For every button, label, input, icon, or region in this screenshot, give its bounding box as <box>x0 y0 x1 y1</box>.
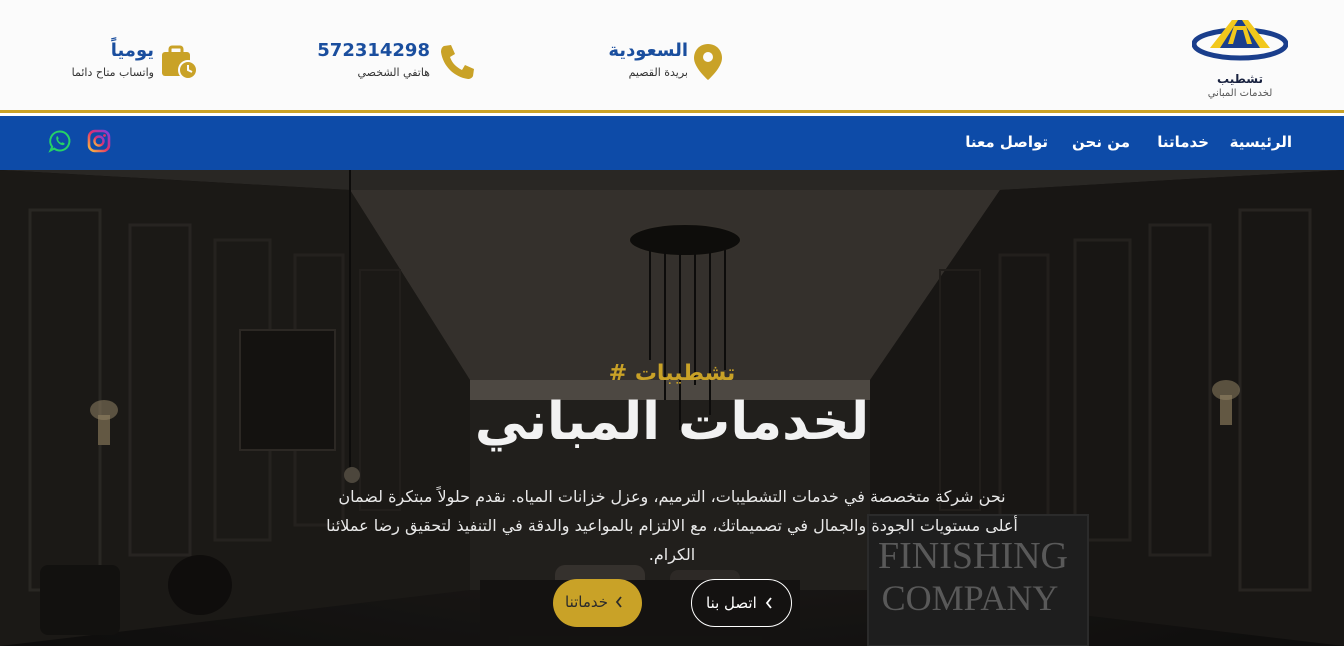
nav-services[interactable]: خدماتنا <box>1157 133 1209 151</box>
nav-about[interactable]: من نحن <box>1072 133 1130 151</box>
instagram-icon[interactable] <box>87 129 111 153</box>
whatsapp-icon[interactable] <box>48 129 72 153</box>
top-info-bar: تشطيب لخدمات المباني السعودية بريدة القص… <box>0 0 1344 113</box>
hero-tagline: # تشطيبات <box>608 361 736 386</box>
contact-us-button[interactable]: اتصل بنا <box>691 579 792 627</box>
location-subtitle: بريدة القصيم <box>628 66 688 79</box>
chevron-left-icon <box>615 596 622 608</box>
phone-icon <box>441 45 474 79</box>
daily-title: يومياً <box>110 40 154 61</box>
nav-home[interactable]: الرئيسية <box>1230 133 1292 151</box>
our-services-label: خدماتنا <box>565 593 609 611</box>
location-pin-icon <box>694 44 722 80</box>
nav-contact[interactable]: تواصل معنا <box>965 133 1048 151</box>
our-services-button[interactable]: خدماتنا <box>553 579 642 627</box>
main-navbar: الرئيسية خدماتنا من نحن تواصل معنا <box>0 116 1344 170</box>
logo-title: تشطيب <box>1216 72 1263 86</box>
logo-subtitle: لخدمات المباني <box>1207 88 1273 99</box>
hero-section: FINISHING COMPANY # تشطيبات لخدمات المبا… <box>0 170 1344 646</box>
chevron-left-icon <box>765 597 772 609</box>
phone-info[interactable]: 572314298 هاتفي الشخصي <box>317 38 480 86</box>
daily-info: يومياً واتساب متاح دائما <box>60 38 200 86</box>
hero-description: نحن شركة متخصصة في خدمات التشطيبات، التر… <box>326 487 1018 564</box>
contact-us-label: اتصل بنا <box>706 594 757 612</box>
briefcase-clock-icon <box>162 45 198 80</box>
phone-subtitle: هاتفي الشخصي <box>357 66 430 79</box>
site-logo[interactable]: تشطيب لخدمات المباني <box>1190 14 1290 106</box>
hero-title: لخدمات المباني <box>474 392 870 452</box>
daily-subtitle: واتساب متاح دائما <box>71 66 154 79</box>
location-title: السعودية <box>608 40 688 61</box>
logo-mark-icon <box>1192 20 1288 61</box>
phone-number[interactable]: 572314298 <box>317 40 430 61</box>
location-info: السعودية بريدة القصيم <box>600 38 728 86</box>
